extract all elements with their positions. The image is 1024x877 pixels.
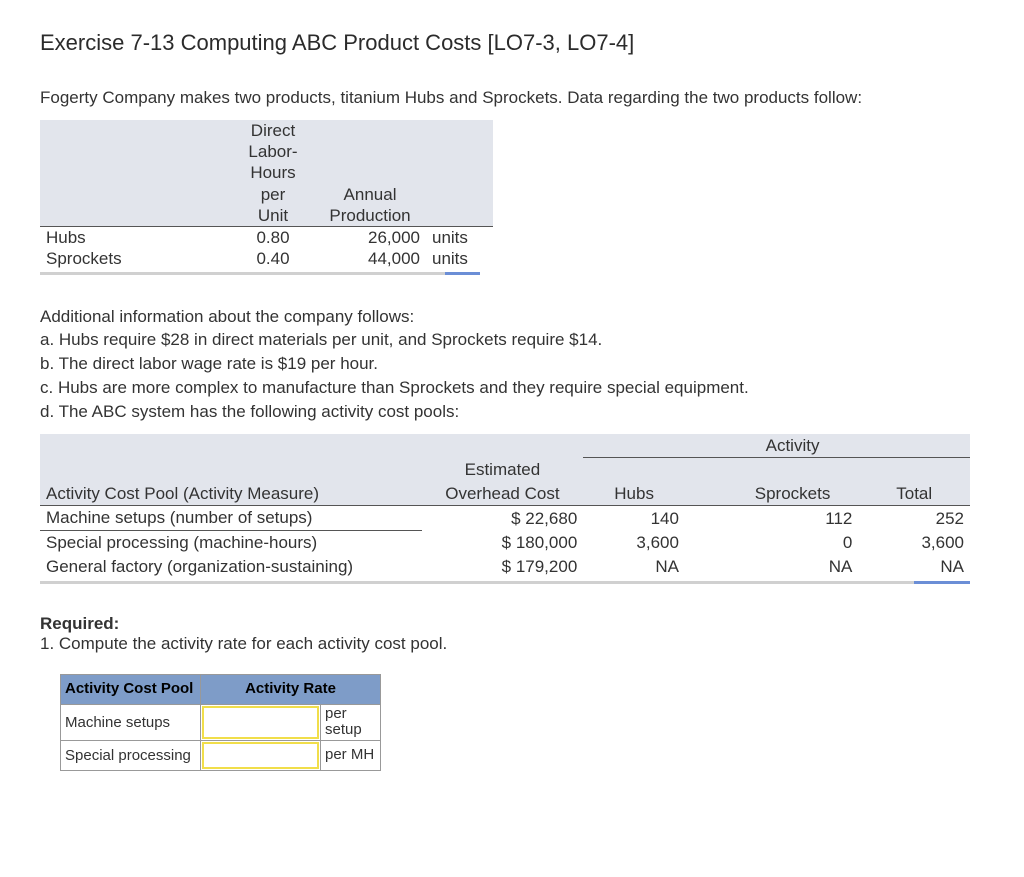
t1-dlh-h2: Labor- — [232, 141, 314, 162]
required-block: Required: 1. Compute the activity rate f… — [40, 614, 984, 654]
table-row: Sprockets 0.40 44,000 units — [40, 248, 493, 269]
t1-prod-h2: Production — [314, 205, 426, 227]
table-row: Machine setups per setup — [61, 704, 381, 740]
answer-h2: Activity Rate — [201, 674, 381, 704]
t1-prod-h1: Annual — [314, 184, 426, 205]
answer-h1: Activity Cost Pool — [61, 674, 201, 704]
table-row: Special processing per MH — [61, 740, 381, 770]
answer-table: Activity Cost Pool Activity Rate Machine… — [60, 674, 381, 771]
table-row: Machine setups (number of setups) $ 22,6… — [40, 506, 970, 531]
activity-heading: Activity — [727, 434, 859, 458]
intro-text: Fogerty Company makes two products, tita… — [40, 86, 984, 110]
activity-rate-input-special-processing[interactable] — [202, 742, 319, 769]
table-row: Special processing (machine-hours) $ 180… — [40, 531, 970, 555]
t1-dlh-h4: per — [232, 184, 314, 205]
activity-rate-input-machine-setups[interactable] — [202, 706, 319, 739]
product-data-table: Direct Labor- Hours per Annual Unit Prod… — [40, 120, 493, 270]
table-rule — [40, 581, 970, 584]
additional-info: Additional information about the company… — [40, 305, 984, 424]
t1-dlh-h3: Hours — [232, 162, 314, 183]
table-row: General factory (organization-sustaining… — [40, 555, 970, 579]
table-rule — [40, 272, 480, 275]
t1-dlh-h5: Unit — [232, 205, 314, 227]
page-title: Exercise 7-13 Computing ABC Product Cost… — [40, 30, 984, 56]
t1-dlh-h1: Direct — [232, 120, 314, 141]
table-row: Hubs 0.80 26,000 units — [40, 227, 493, 249]
activity-cost-pool-table: Activity Estimated Activity Cost Pool (A… — [40, 434, 970, 579]
